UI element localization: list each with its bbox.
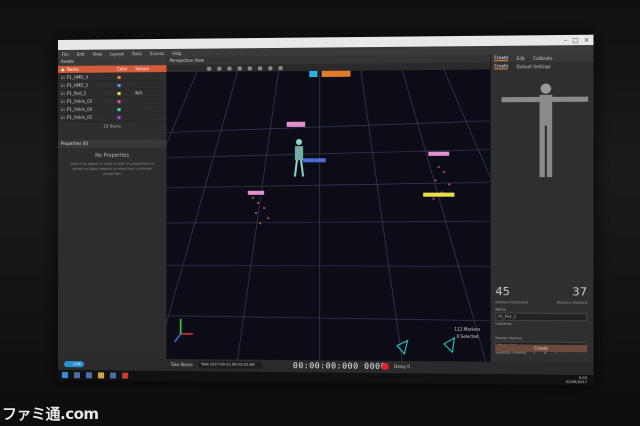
maximize-button[interactable]: □: [573, 37, 579, 44]
skeleton-tool-icon[interactable]: [268, 65, 273, 70]
record-button[interactable]: [381, 362, 389, 371]
asset-solved: N/A: [135, 90, 143, 96]
name-label: Name: [495, 307, 507, 312]
table-row[interactable]: ☑ P1_Ankle_05 ■: [58, 113, 167, 122]
delay-label: Delay: [393, 363, 406, 370]
browser-icon[interactable]: [110, 372, 117, 379]
right-panel-subtabs: Create Default Settings: [491, 61, 594, 71]
column-solved[interactable]: Solved: [135, 66, 153, 71]
menu-help[interactable]: Help: [172, 50, 181, 55]
asset-name: P1_Ankle_04: [66, 106, 93, 112]
timecode-value: 00:00:00:000: [292, 361, 359, 371]
asset-color: ■: [117, 82, 121, 88]
menu-tools[interactable]: Tools: [132, 51, 142, 56]
asset-name: P1_Ankle_05: [66, 114, 93, 120]
no-properties-text: Select an object in view to edit its pro…: [70, 161, 154, 176]
menu-view[interactable]: View: [92, 51, 102, 56]
menu-edit[interactable]: Edit: [77, 51, 85, 56]
markers-count: 112 Markers: [454, 327, 480, 332]
camera-marker[interactable]: [321, 70, 351, 77]
close-button[interactable]: ×: [584, 37, 589, 44]
search-icon[interactable]: [73, 372, 80, 379]
asset-color: ■: [117, 98, 121, 104]
marker-names-label: Marker Names: [495, 336, 522, 341]
monitor-screen: – □ × File Edit View Layout Tools Scenes…: [58, 34, 594, 386]
asset-color: ■: [117, 90, 121, 96]
menu-layout[interactable]: Layout: [110, 51, 124, 56]
name-field[interactable]: P1_PV1_2: [495, 312, 588, 322]
asset-color: ■: [117, 106, 121, 112]
delay-control: Delay 0: [394, 364, 410, 369]
take-name-field[interactable]: Take 2017-09-22 09:03:33 AM: [198, 361, 263, 369]
contents-label: Contents: [495, 321, 512, 326]
select-tool-icon[interactable]: [207, 66, 212, 71]
take-name-label: Take Name: [170, 361, 193, 368]
camera-marker[interactable]: [309, 70, 318, 78]
no-properties-title: No Properties: [95, 152, 130, 159]
markers-needed-value: 37: [572, 285, 588, 299]
clock-date: 22/09/2017: [565, 379, 588, 385]
rotate-tool-icon[interactable]: [227, 66, 232, 71]
perspective-viewport[interactable]: Perspective View 112 Markers 0 Selected: [166, 54, 492, 362]
camera-tool-icon[interactable]: [247, 65, 252, 70]
marker-tool-icon[interactable]: [258, 65, 263, 70]
column-name[interactable]: Name: [67, 67, 117, 72]
markers-detected-label: Markers Detected: [495, 300, 528, 305]
asset-name: P1_HMD_5: [66, 82, 89, 88]
task-view-icon[interactable]: [86, 372, 93, 379]
asset-name: P1_Ankle_03: [66, 98, 93, 104]
taskbar-clock: 9:03 22/09/2017: [566, 376, 587, 384]
skeleton-actor[interactable]: [286, 121, 326, 177]
start-icon[interactable]: [61, 372, 68, 379]
assets-table: ◉ Name Color Solved ☑ P1_HMD_4 ■ ☑ P1_HMD_5…: [58, 65, 167, 129]
column-color[interactable]: Color: [117, 66, 135, 71]
t-pose-preview: [501, 83, 589, 178]
subtab-create[interactable]: Create: [494, 63, 509, 70]
watermark-logo: ファミ通.com: [2, 405, 99, 423]
timecode-display: 00:00:00:000 0000: [293, 361, 386, 371]
folder-icon[interactable]: [98, 372, 105, 379]
asset-name: P1_Rod_2: [66, 90, 87, 96]
tab-edit[interactable]: Edit: [517, 55, 525, 60]
camera-icon[interactable]: [444, 338, 454, 352]
floor-grid: 112 Markers 0 Selected: [167, 70, 492, 362]
axis-gizmo: [175, 319, 193, 342]
subtab-default-settings[interactable]: Default Settings: [517, 63, 551, 68]
properties-panel-title: Properties (0): [58, 139, 167, 148]
window-controls: – □ ×: [564, 37, 589, 44]
delay-value[interactable]: 0: [407, 364, 410, 369]
marker-cluster[interactable]: [247, 190, 270, 225]
selected-count: 0 Selected: [457, 334, 480, 339]
camera-icon[interactable]: [397, 341, 407, 354]
right-panel: Create Edit Calibrate Create Default Set…: [490, 53, 594, 363]
grid-tool-icon[interactable]: [278, 65, 283, 70]
tab-create[interactable]: Create: [494, 55, 509, 62]
left-panel: Assets ◉ Name Color Solved ☑ P1_HMD_4 ■ ☑ P…: [58, 57, 168, 359]
app-icon[interactable]: [122, 372, 129, 379]
live-toggle[interactable]: LIVE: [63, 361, 85, 368]
move-tool-icon[interactable]: [217, 66, 222, 71]
create-skeleton-button[interactable]: Create: [495, 344, 588, 353]
asset-name: P1_HMD_4: [66, 74, 89, 80]
menu-file[interactable]: File: [62, 51, 69, 56]
minimize-button[interactable]: –: [564, 37, 567, 44]
scale-tool-icon[interactable]: [237, 65, 242, 71]
items-count: 10 Items: [103, 123, 121, 129]
menu-scenes[interactable]: Scenes: [150, 51, 164, 56]
markers-needed-label: Markers Needed: [556, 300, 588, 305]
asset-color: ■: [117, 114, 121, 120]
tab-calibrate[interactable]: Calibrate: [533, 55, 552, 60]
asset-color: ■: [117, 74, 121, 80]
markers-detected-value: 45: [495, 284, 510, 299]
